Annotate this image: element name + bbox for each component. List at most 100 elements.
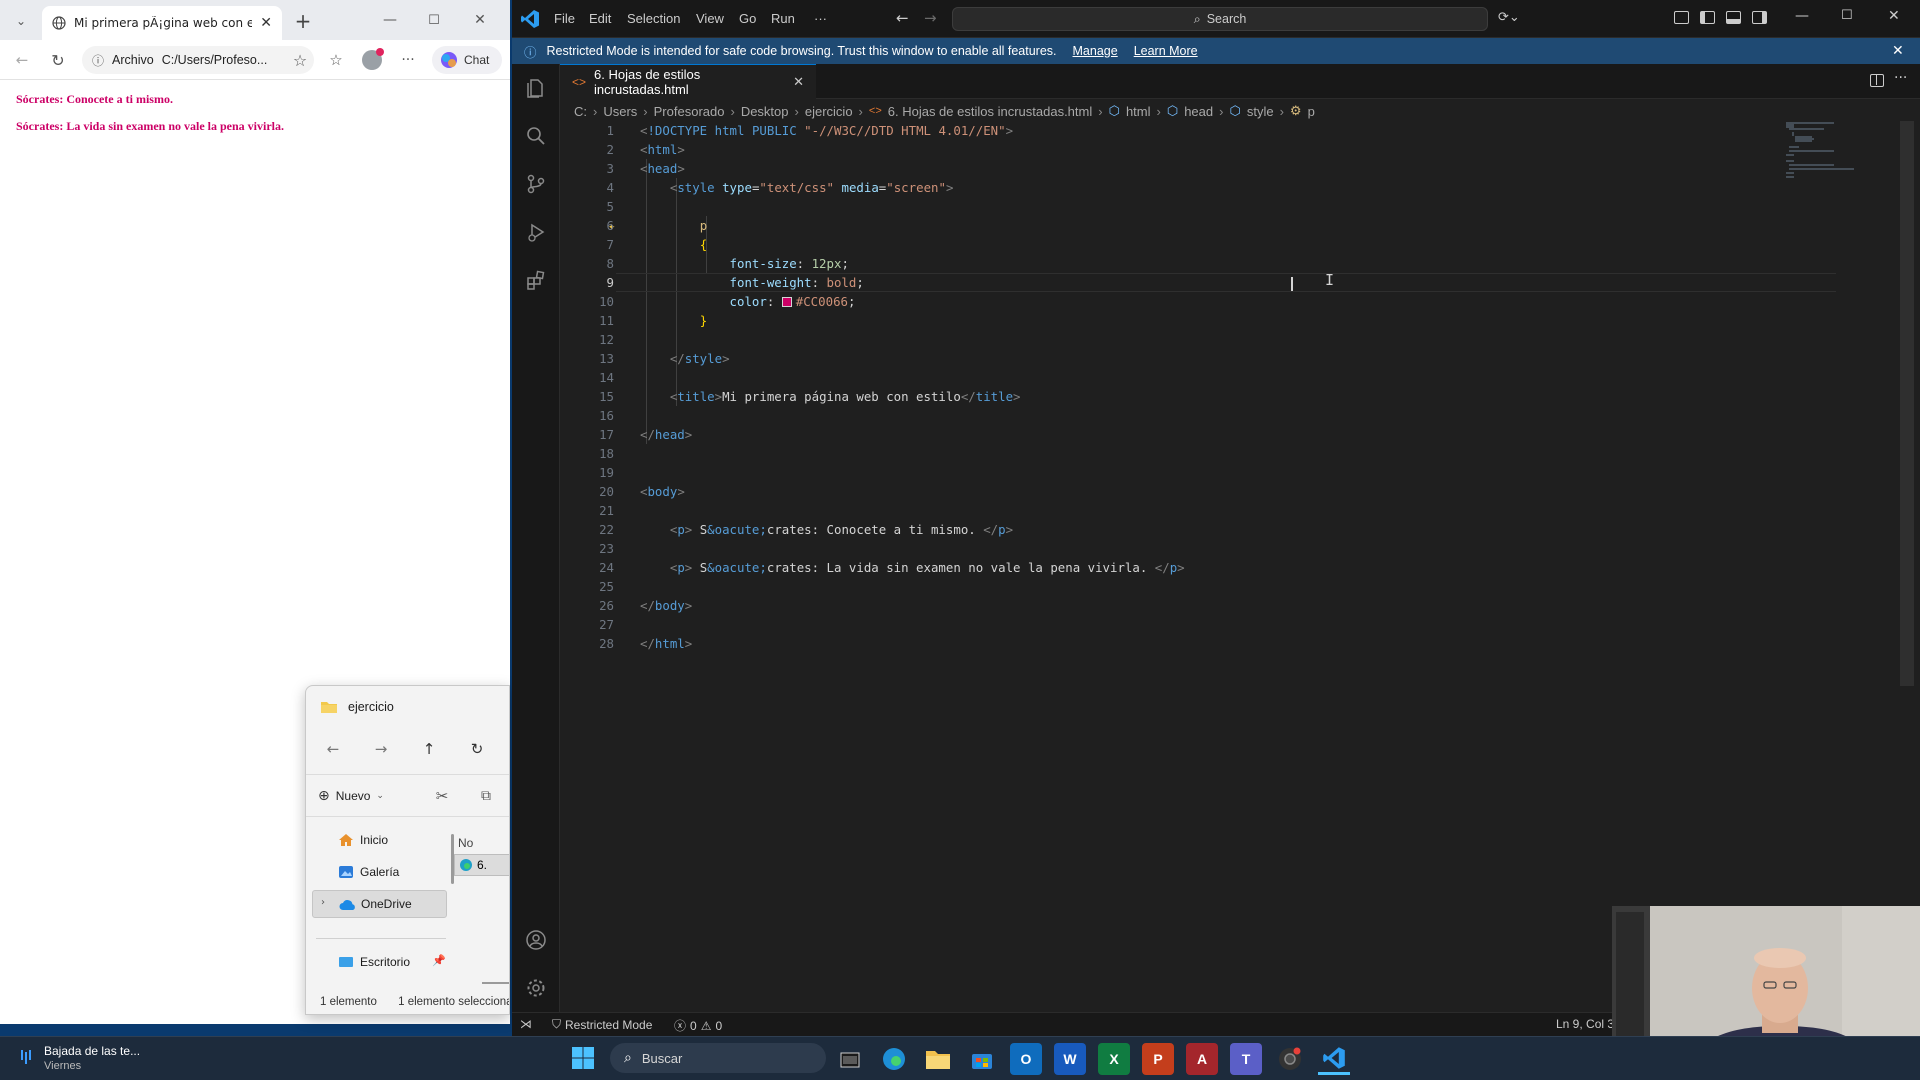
nav-item-galeria[interactable]: Galería — [312, 858, 447, 886]
taskbar-search[interactable]: ⌕ Buscar — [610, 1043, 826, 1073]
restricted-mode-status[interactable]: ⛉ Restricted Mode — [552, 1017, 652, 1032]
copy-icon[interactable]: ⧉ — [476, 786, 496, 806]
toggle-sidebar-icon[interactable] — [1700, 11, 1715, 24]
code-line[interactable]: } — [640, 311, 707, 330]
explorer-refresh-icon[interactable]: ↻ — [464, 738, 490, 760]
code-line[interactable]: color: #CC0066; — [640, 292, 856, 311]
code-line[interactable]: font-weight: bold; — [640, 273, 864, 292]
color-swatch[interactable] — [781, 297, 792, 307]
code-line[interactable]: </style> — [640, 349, 730, 368]
browser-tab[interactable]: Mi primera pÃ¡gina web con estilo ✕ — [42, 6, 282, 40]
h-scrollbar[interactable] — [482, 982, 509, 984]
toggle-secondary-sidebar-icon[interactable] — [1752, 11, 1767, 24]
powerpoint-icon[interactable]: P — [1142, 1043, 1174, 1075]
tab-list-icon[interactable]: ⌄ — [12, 12, 30, 30]
word-icon[interactable]: W — [1054, 1043, 1086, 1075]
file-explorer-icon[interactable] — [834, 1043, 866, 1075]
toggle-panel-icon[interactable] — [1726, 11, 1741, 24]
breadcrumb-item[interactable]: 6. Hojas de estilos incrustadas.html — [888, 104, 1092, 119]
menu-more[interactable]: ··· — [814, 11, 827, 26]
breadcrumb-item[interactable]: C: — [574, 104, 587, 119]
code-line[interactable]: <p> S&oacute;crates: La vida sin examen … — [640, 558, 1185, 577]
back-icon[interactable]: ← — [12, 50, 32, 70]
excel-icon[interactable]: X — [1098, 1043, 1130, 1075]
reload-icon[interactable]: ↻ — [48, 50, 68, 70]
address-bar[interactable]: ⓘ Archivo C:/Users/Profeso... — [82, 46, 314, 74]
favorite-star-icon[interactable]: ☆ — [290, 50, 310, 70]
minimap[interactable] — [1784, 121, 1874, 181]
explorer-back-icon[interactable]: ← — [320, 738, 346, 760]
nav-item-onedrive[interactable]: › OneDrive — [312, 890, 447, 918]
nav-item-escritorio[interactable]: Escritorio 📌 — [312, 948, 447, 976]
code-line[interactable]: <title>Mi primera página web con estilo<… — [640, 387, 1021, 406]
more-actions-icon[interactable]: ··· — [1894, 70, 1907, 86]
remote-icon[interactable]: ⋊ — [520, 1017, 532, 1031]
code-line[interactable]: </head> — [640, 425, 692, 444]
minimize-icon[interactable]: — — [380, 10, 400, 30]
more-icon[interactable]: ··· — [398, 50, 418, 70]
breadcrumb-item[interactable]: Users — [603, 104, 637, 119]
news-widget[interactable]: Bajada de las te... Viernes — [18, 1044, 140, 1072]
maximize-icon[interactable]: ☐ — [1841, 8, 1853, 23]
split-editor-icon[interactable] — [1870, 74, 1884, 87]
code-line[interactable]: <!DOCTYPE html PUBLIC "-//W3C//DTD HTML … — [640, 121, 1013, 140]
vscode-icon[interactable] — [1318, 1043, 1350, 1075]
cursor-position[interactable]: Ln 9, Col 3 — [1556, 1017, 1614, 1031]
file-item[interactable]: 6. — [454, 854, 509, 876]
new-tab-icon[interactable]: + — [292, 9, 314, 33]
menu-edit[interactable]: Edit — [589, 11, 611, 26]
close-banner-icon[interactable]: ✕ — [1892, 43, 1904, 59]
code-editor[interactable]: ✦ <!DOCTYPE html PUBLIC "-//W3C//DTD HTM… — [560, 121, 1920, 1012]
run-debug-icon[interactable] — [512, 208, 560, 256]
close-window-icon[interactable]: ✕ — [470, 10, 490, 30]
profile-avatar-icon[interactable] — [362, 48, 384, 70]
nav-forward-icon[interactable]: → — [924, 9, 937, 27]
code-line[interactable]: <html> — [640, 140, 685, 159]
editor-tab[interactable]: <> 6. Hojas de estilos incrustadas.html … — [560, 64, 816, 99]
breadcrumb-item[interactable]: Desktop — [741, 104, 789, 119]
favorites-icon[interactable]: ☆ — [326, 50, 346, 70]
chrome-icon[interactable] — [1274, 1043, 1306, 1075]
outlook-icon[interactable]: O — [1010, 1043, 1042, 1075]
menu-go[interactable]: Go — [739, 11, 756, 26]
nav-item-inicio[interactable]: Inicio — [312, 826, 447, 854]
close-tab-icon[interactable]: ✕ — [793, 75, 804, 90]
account-icon[interactable] — [512, 916, 560, 964]
menu-selection[interactable]: Selection — [627, 11, 680, 26]
command-search-box[interactable]: ⌕ Search — [952, 7, 1488, 31]
code-line[interactable]: <body> — [640, 482, 685, 501]
menu-file[interactable]: File — [554, 11, 575, 26]
windows-start-icon[interactable] — [571, 1046, 595, 1070]
problems-status[interactable]: ⓧ 0 ⚠ 0 — [674, 1017, 722, 1034]
expand-chevron-icon[interactable]: › — [321, 897, 325, 908]
close-window-icon[interactable]: ✕ — [1888, 8, 1900, 24]
minimize-icon[interactable]: — — [1795, 8, 1809, 24]
cut-icon[interactable]: ✂ — [432, 786, 452, 806]
settings-gear-icon[interactable] — [512, 964, 560, 1012]
folder-icon[interactable] — [922, 1043, 954, 1075]
store-icon[interactable] — [966, 1043, 998, 1075]
explorer-icon[interactable] — [512, 64, 560, 112]
breadcrumb-item[interactable]: style — [1247, 104, 1274, 119]
manage-link[interactable]: Manage — [1073, 44, 1118, 58]
breadcrumb-item[interactable]: ejercicio — [805, 104, 853, 119]
code-line[interactable]: p — [640, 216, 707, 235]
explorer-forward-icon[interactable]: → — [368, 738, 394, 760]
code-line[interactable]: <p> S&oacute;crates: Conocete a ti mismo… — [640, 520, 1013, 539]
code-line[interactable]: font-size: 12px; — [640, 254, 849, 273]
teams-icon[interactable]: T — [1230, 1043, 1262, 1075]
access-icon[interactable]: A — [1186, 1043, 1218, 1075]
customize-layout-icon[interactable] — [1674, 11, 1689, 24]
breadcrumb-item[interactable]: html — [1126, 104, 1151, 119]
copilot-menu-icon[interactable]: ⟳⌄ — [1498, 10, 1520, 25]
learn-more-link[interactable]: Learn More — [1134, 44, 1198, 58]
code-line[interactable]: <style type="text/css" media="screen"> — [640, 178, 954, 197]
breadcrumb-item[interactable]: p — [1308, 104, 1315, 119]
nav-back-icon[interactable]: ← — [896, 9, 909, 27]
close-tab-icon[interactable]: ✕ — [260, 15, 272, 31]
code-line[interactable]: </html> — [640, 634, 692, 653]
menu-view[interactable]: View — [696, 11, 724, 26]
menu-run[interactable]: Run — [771, 11, 795, 26]
code-line[interactable]: { — [640, 235, 707, 254]
column-header[interactable]: No — [458, 836, 473, 850]
